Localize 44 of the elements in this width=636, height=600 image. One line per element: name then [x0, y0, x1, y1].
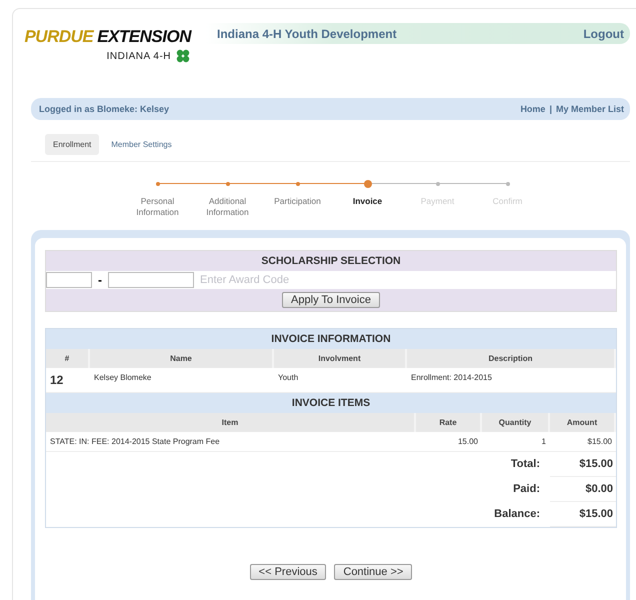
clover-icon — [175, 48, 191, 64]
table-cell: STATE: IN: FEE: 2014-2015 State Program Fee — [46, 432, 416, 452]
logout-link[interactable]: Logout — [583, 26, 624, 40]
total-label: Total: — [510, 457, 541, 472]
column-header: Rate — [416, 413, 482, 432]
table-cell: 15.00 — [416, 432, 482, 452]
section-title: SCHOLARSHIP SELECTION — [46, 251, 616, 272]
column-header: Description — [407, 349, 616, 368]
section-title: INVOICE INFORMATION — [46, 329, 616, 350]
site-title: Indiana 4-H Youth Development — [217, 26, 397, 40]
award-code-field[interactable] — [108, 272, 194, 288]
logo-subtitle: INDIANA 4-H — [106, 50, 171, 62]
table-cell: $15.00 — [550, 432, 616, 452]
apply-button[interactable]: Apply To Invoice — [282, 292, 380, 308]
code-prefix-field[interactable] — [46, 272, 92, 288]
column-header: Involvment — [274, 349, 407, 368]
section-title: INVOICE ITEMS — [46, 393, 616, 414]
logged-in-text: Logged in as Blomeke: Kelsey — [39, 104, 170, 114]
total-value: $0.00 — [550, 477, 616, 502]
column-header: Quantity — [482, 413, 550, 432]
column-header: Amount — [550, 413, 616, 432]
nav-link[interactable]: My Member List — [556, 104, 624, 114]
logo-wordmark: EXTENSION — [97, 27, 191, 47]
dash-text: - — [98, 273, 102, 288]
total-value: $15.00 — [550, 502, 616, 528]
nav-button[interactable]: Continue >> — [334, 564, 412, 580]
step-label: Additional Information — [205, 196, 250, 218]
tab[interactable]: Enrollment — [45, 134, 100, 155]
nav-button[interactable]: << Previous — [250, 564, 326, 580]
total-value: $15.00 — [550, 452, 616, 478]
logo-brand: PURDUE — [24, 27, 94, 47]
link-separator: | — [549, 104, 552, 114]
award-code-hint: Enter Award Code — [200, 274, 290, 286]
nav-link[interactable]: Home — [520, 104, 546, 114]
total-label: Paid: — [512, 482, 541, 498]
column-header: # — [46, 349, 90, 368]
total-label: Balance: — [493, 507, 541, 522]
tab[interactable]: Member Settings — [103, 134, 180, 155]
step-label: Personal Information — [135, 196, 180, 218]
step-label: Invoice — [352, 196, 382, 208]
column-header: Name — [90, 349, 274, 368]
step-label: Participation — [274, 196, 321, 208]
column-header: Item — [46, 413, 416, 432]
table-cell: 1 — [482, 432, 550, 452]
